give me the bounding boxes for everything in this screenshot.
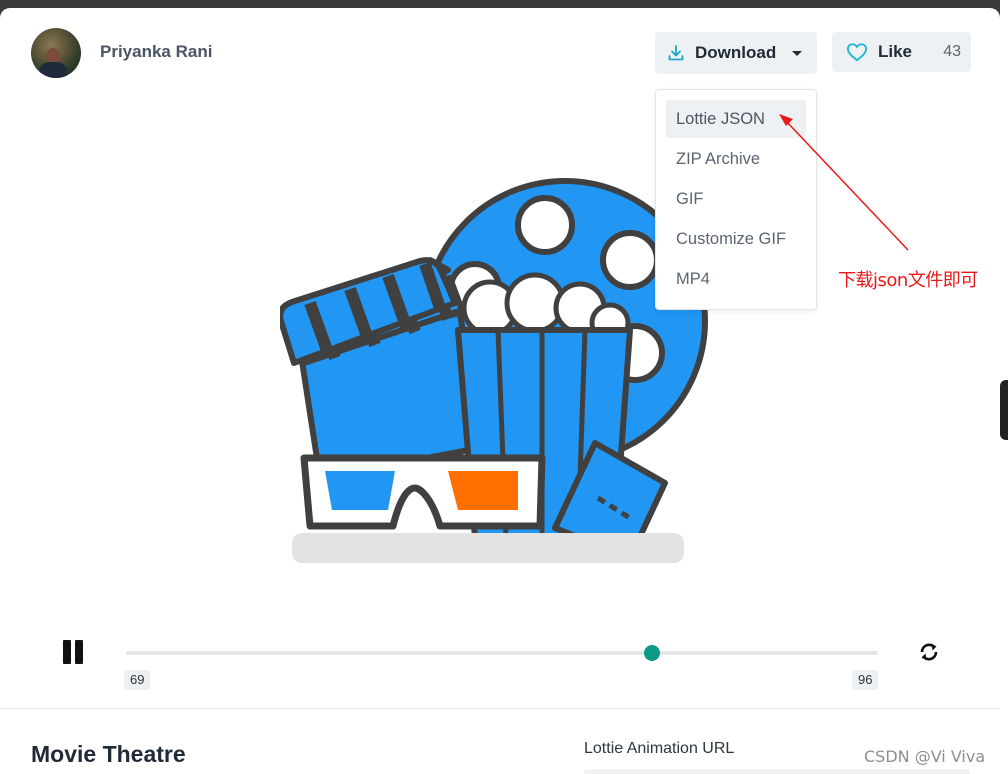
backdrop-edge-shadow [1000,380,1008,440]
clapperboard [280,257,483,481]
like-count: 43 [943,43,961,60]
lottie-url-label: Lottie Animation URL [584,740,735,757]
animation-modal: Priyanka Rani Download Like 43 Lottie JS… [0,8,1000,774]
3d-glasses [300,454,546,530]
caret-down-icon [792,50,803,56]
like-button-label: Like [878,42,913,61]
section-divider [0,708,1000,709]
animation-title: Movie Theatre [31,741,186,767]
pause-icon-bar [75,640,83,664]
download-button-label: Download [695,43,777,62]
seek-handle[interactable] [644,645,661,661]
heart-icon [846,43,868,62]
like-button[interactable]: Like 43 [832,32,971,72]
author-name[interactable]: Priyanka Rani [100,42,212,62]
menu-item-customize-gif[interactable]: Customize GIF [666,220,806,258]
avatar-body [39,62,67,78]
download-menu: Lottie JSON ZIP Archive GIF Customize GI… [655,89,817,310]
pause-button[interactable] [61,640,87,668]
menu-item-mp4[interactable]: MP4 [666,260,806,298]
seek-track[interactable] [126,651,878,655]
ground-shadow [292,533,684,563]
menu-item-zip-archive[interactable]: ZIP Archive [666,140,806,178]
menu-item-lottie-json[interactable]: Lottie JSON [666,100,806,138]
annotation-text: 下载json文件即可 [838,270,978,291]
end-frame: 96 [852,670,879,690]
movie-theatre-illustration [280,178,708,563]
csdn-watermark: CSDN @Vi Viva [864,747,986,766]
loop-icon[interactable] [917,640,941,664]
pause-icon [63,640,71,664]
download-icon [668,45,684,61]
start-frame: 69 [124,670,151,690]
author-avatar[interactable] [31,28,81,78]
menu-item-gif[interactable]: GIF [666,180,806,218]
download-button[interactable]: Download [655,32,817,74]
lottie-url-field[interactable] [584,769,970,774]
